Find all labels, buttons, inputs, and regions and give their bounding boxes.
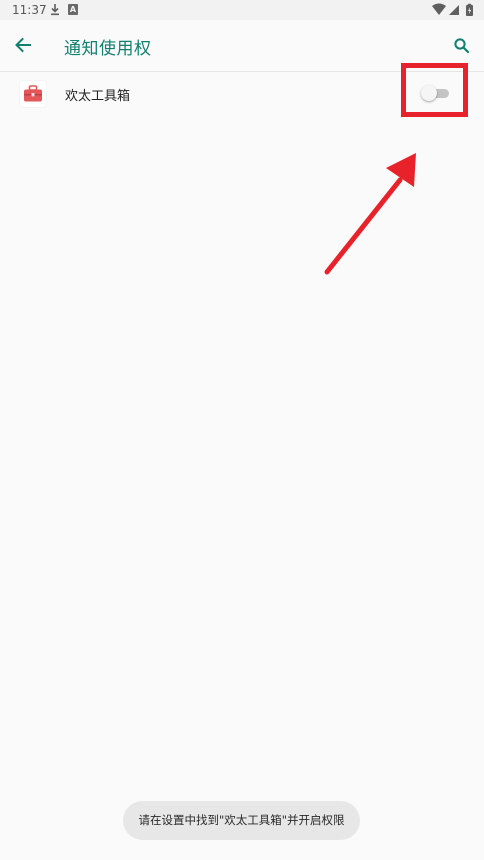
wifi-icon <box>432 3 446 15</box>
status-bar: 11:37 A <box>0 0 484 20</box>
screen: 11:37 A 通知使用权 欢太工具箱 请在设置中找到"欢太工具箱"并开启权限 <box>0 0 484 860</box>
toast-message: 请在设置中找到"欢太工具箱"并开启权限 <box>123 801 360 840</box>
status-icons <box>432 3 473 16</box>
page-title: 通知使用权 <box>64 39 152 59</box>
back-button[interactable] <box>8 28 38 62</box>
a-letter-icon: A <box>68 4 78 15</box>
toolbox-icon <box>20 81 46 107</box>
arrow-back-icon <box>15 37 31 53</box>
red-arrow-icon <box>324 153 416 275</box>
status-time: 11:37 <box>12 3 47 17</box>
battery-charging-icon <box>466 3 473 16</box>
download-icon <box>51 4 59 16</box>
highlight-box <box>401 63 468 117</box>
search-button[interactable] <box>448 32 476 60</box>
signal-icon <box>449 5 459 15</box>
search-icon <box>454 38 470 54</box>
app-name-label: 欢太工具箱 <box>65 89 131 104</box>
